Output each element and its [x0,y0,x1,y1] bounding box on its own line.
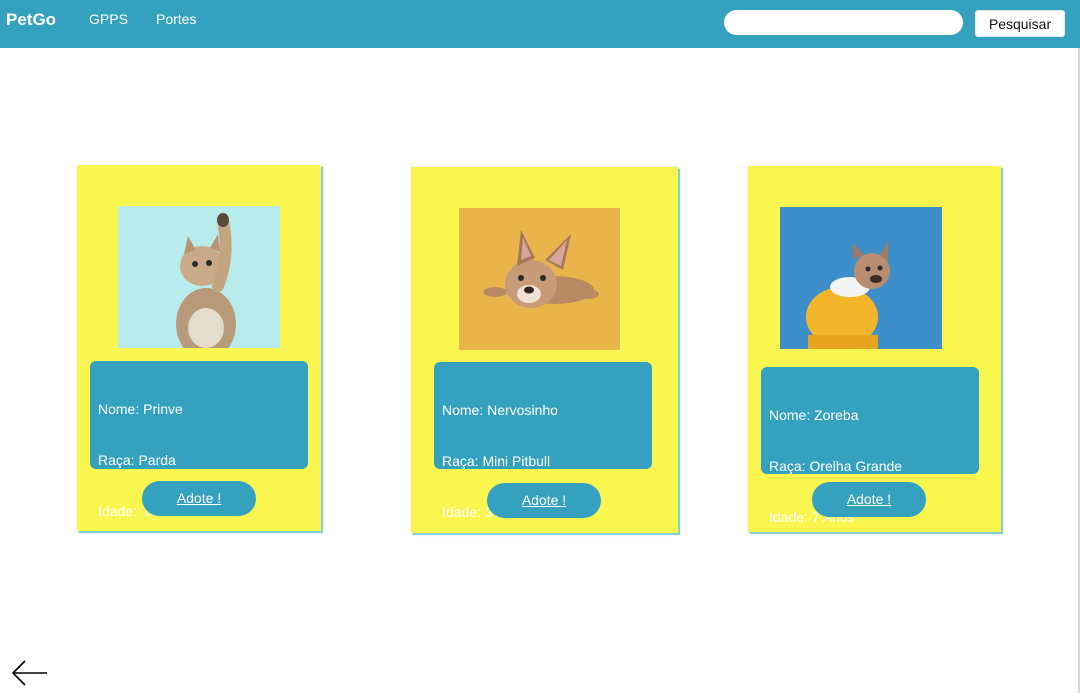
bulldog-lying-photo [459,208,620,350]
pet-info-box: Nome: Nervosinho Raça: Mini Pitbull Idad… [434,362,652,673]
nav-link-gpps[interactable]: GPPS [89,11,128,27]
pet-sex: Sexo: Macho Alfa [442,555,551,571]
pet-card-prinve: Nome: Prinve Raça: Parda Idade: 8 Anos S… [77,165,321,672]
bulldog-hoodie-photo [780,207,942,349]
pet-info-box: Nome: Zoreba Raça: Orelha Grande Idade: … [761,367,979,678]
pet-breed: Raça: Orelha Grande [769,458,903,474]
pet-name: Nome: Prinve [98,401,183,417]
brand-logo[interactable]: PetGo [6,10,56,30]
pet-sex: Sexo: Fêmea [98,554,182,570]
adopt-button[interactable]: Adote ! [142,481,256,516]
search-button[interactable]: Pesquisar [975,10,1065,37]
pet-size: Porte: Pequeno [98,656,196,672]
pet-card-zoreba: Nome: Zoreba Raça: Orelha Grande Idade: … [748,166,1001,678]
pet-institution: Instituição: Alpa [442,606,541,622]
pet-size: Porte: Grande [769,662,857,678]
navbar: PetGo GPPS Portes Pesquisar [0,0,1080,48]
search-input[interactable] [724,10,963,35]
pet-size: Porte: Pequeno [442,657,540,673]
adopt-button[interactable]: Adote ! [812,482,926,517]
pet-name: Nome: Zoreba [769,407,859,423]
nav-link-portes[interactable]: Portes [156,11,196,27]
pet-breed: Raça: Mini Pitbull [442,453,551,469]
pet-institution: Instituição: Alpa [98,605,197,621]
cat-photo [118,206,280,348]
pet-name: Nome: Nervosinho [442,402,558,418]
pet-sex: Sexo: Macho [769,560,851,576]
pet-info-box: Nome: Prinve Raça: Parda Idade: 8 Anos S… [90,361,308,672]
arrow-left-icon[interactable] [11,659,49,687]
adopt-button[interactable]: Adote ! [487,483,601,518]
pet-breed: Raça: Parda [98,452,176,468]
pet-card-nervosinho: Nome: Nervosinho Raça: Mini Pitbull Idad… [411,167,678,673]
pet-institution: Instituição: Alpa [769,611,868,627]
